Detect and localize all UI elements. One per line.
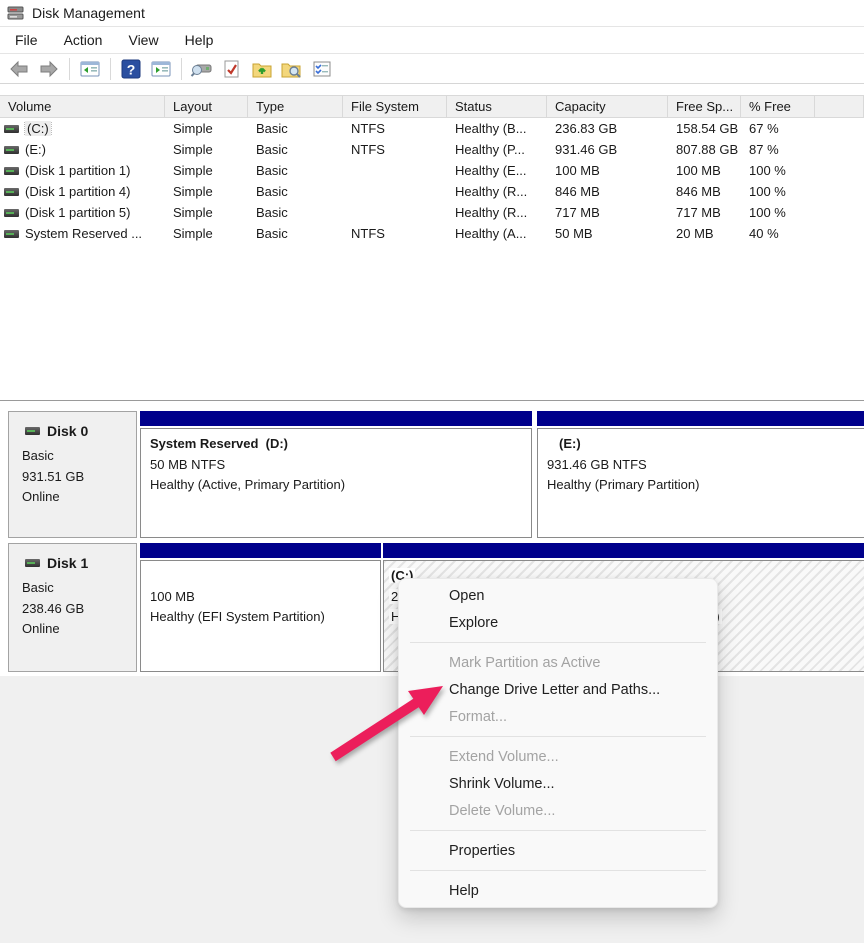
partition-title: (E:) — [557, 436, 583, 451]
menu-action[interactable]: Action — [51, 28, 116, 52]
help-icon[interactable]: ? — [118, 57, 144, 81]
table-row[interactable]: (Disk 1 partition 1) Simple Basic Health… — [0, 160, 864, 181]
disk-name: Disk 0 — [47, 423, 88, 439]
partition-size: 931.46 GB NTFS — [545, 457, 649, 472]
disk-icon — [25, 559, 40, 567]
partition-title — [148, 568, 152, 583]
partition-system-reserved[interactable]: System Reserved (D:) 50 MB NTFS Healthy … — [140, 411, 532, 538]
partition-color-strip — [140, 411, 532, 426]
menu-help[interactable]: Help — [172, 28, 227, 52]
menu-item-open[interactable]: Open — [399, 582, 717, 609]
title-bar: Disk Management — [0, 0, 864, 27]
volume-name: System Reserved ... — [25, 226, 142, 241]
disk-icon — [25, 427, 40, 435]
back-icon[interactable] — [6, 57, 32, 81]
column-header-free-space[interactable]: Free Sp... — [668, 96, 741, 117]
disk-name: Disk 1 — [47, 555, 88, 571]
toolbar-separator — [69, 58, 70, 80]
menu-separator — [410, 642, 706, 643]
menu-item-extend-volume: Extend Volume... — [399, 743, 717, 770]
volume-name: (E:) — [25, 142, 46, 157]
column-header-pct-free[interactable]: % Free — [741, 96, 815, 117]
table-row[interactable]: System Reserved ... Simple Basic NTFS He… — [0, 223, 864, 244]
column-header-capacity[interactable]: Capacity — [547, 96, 668, 117]
menu-item-help[interactable]: Help — [399, 877, 717, 904]
volume-name: (Disk 1 partition 1) — [25, 163, 130, 178]
menu-item-change-drive-letter[interactable]: Change Drive Letter and Paths... — [399, 676, 717, 703]
partition-efi-system[interactable]: 100 MB Healthy (EFI System Partition) — [140, 543, 381, 672]
action-pane-icon[interactable] — [148, 57, 174, 81]
volume-name: (Disk 1 partition 4) — [25, 184, 130, 199]
folder-up-icon[interactable] — [249, 57, 275, 81]
task-check-icon[interactable] — [219, 57, 245, 81]
partition-color-strip — [140, 543, 381, 558]
disk-size: 238.46 GB — [22, 599, 136, 620]
toolbar-separator — [110, 58, 111, 80]
disk-state: Online — [22, 619, 136, 640]
volume-icon — [4, 209, 19, 217]
partition-e-drive[interactable]: (E:) 931.46 GB NTFS Healthy (Primary Par… — [537, 411, 864, 538]
menu-item-shrink-volume[interactable]: Shrink Volume... — [399, 770, 717, 797]
disk-1-label[interactable]: Disk 1 Basic 238.46 GB Online — [8, 543, 137, 672]
table-row[interactable]: (Disk 1 partition 5) Simple Basic Health… — [0, 202, 864, 223]
partition-color-strip — [383, 543, 864, 558]
column-header-volume[interactable]: Volume — [0, 96, 165, 117]
disk-state: Online — [22, 487, 136, 508]
disk-0-row: Disk 0 Basic 931.51 GB Online System Res… — [0, 411, 864, 538]
column-header-layout[interactable]: Layout — [165, 96, 248, 117]
menu-separator — [410, 736, 706, 737]
disk-kind: Basic — [22, 578, 136, 599]
menu-file[interactable]: File — [2, 28, 51, 52]
column-header-file-system[interactable]: File System — [343, 96, 447, 117]
volume-icon — [4, 188, 19, 196]
partition-size: 100 MB — [148, 589, 197, 604]
volume-list-pane: Volume Layout Type File System Status Ca… — [0, 95, 864, 401]
volume-icon — [4, 146, 19, 154]
partition-color-strip — [537, 411, 864, 426]
disk-0-label[interactable]: Disk 0 Basic 931.51 GB Online — [8, 411, 137, 538]
disk-management-app-icon — [7, 6, 24, 21]
partition-status: Healthy (EFI System Partition) — [148, 609, 327, 624]
table-row[interactable]: (E:) Simple Basic NTFS Healthy (P... 931… — [0, 139, 864, 160]
volume-icon — [4, 125, 19, 133]
context-menu: Open Explore Mark Partition as Active Ch… — [398, 578, 718, 908]
menu-separator — [410, 830, 706, 831]
toolbar-separator — [181, 58, 182, 80]
device-search-icon[interactable] — [189, 57, 215, 81]
disk-kind: Basic — [22, 446, 136, 467]
forward-icon[interactable] — [36, 57, 62, 81]
menu-item-format: Format... — [399, 703, 717, 730]
column-header-extra — [815, 96, 864, 117]
partition-title: System Reserved (D:) — [148, 436, 290, 451]
disk-size: 931.51 GB — [22, 467, 136, 488]
menu-view[interactable]: View — [115, 28, 171, 52]
svg-text:?: ? — [127, 61, 136, 77]
column-header-type[interactable]: Type — [248, 96, 343, 117]
toolbar: ? — [0, 54, 864, 84]
volume-icon — [4, 230, 19, 238]
menu-item-delete-volume: Delete Volume... — [399, 797, 717, 824]
folder-search-icon[interactable] — [279, 57, 305, 81]
volume-icon — [4, 167, 19, 175]
menu-bar: File Action View Help — [0, 27, 864, 54]
volume-name: (C:) — [25, 121, 51, 136]
partition-status: Healthy (Active, Primary Partition) — [148, 477, 347, 492]
partition-size: 50 MB NTFS — [148, 457, 227, 472]
table-row[interactable]: (Disk 1 partition 4) Simple Basic Health… — [0, 181, 864, 202]
console-tree-icon[interactable] — [77, 57, 103, 81]
menu-item-properties[interactable]: Properties — [399, 837, 717, 864]
menu-separator — [410, 870, 706, 871]
volume-table-header: Volume Layout Type File System Status Ca… — [0, 95, 864, 118]
volume-name: (Disk 1 partition 5) — [25, 205, 130, 220]
checklist-icon[interactable] — [309, 57, 335, 81]
window-title: Disk Management — [32, 5, 145, 21]
menu-item-explore[interactable]: Explore — [399, 609, 717, 636]
column-header-status[interactable]: Status — [447, 96, 547, 117]
partition-status: Healthy (Primary Partition) — [545, 477, 701, 492]
menu-item-mark-partition-active: Mark Partition as Active — [399, 649, 717, 676]
table-row[interactable]: (C:) Simple Basic NTFS Healthy (B... 236… — [0, 118, 864, 139]
